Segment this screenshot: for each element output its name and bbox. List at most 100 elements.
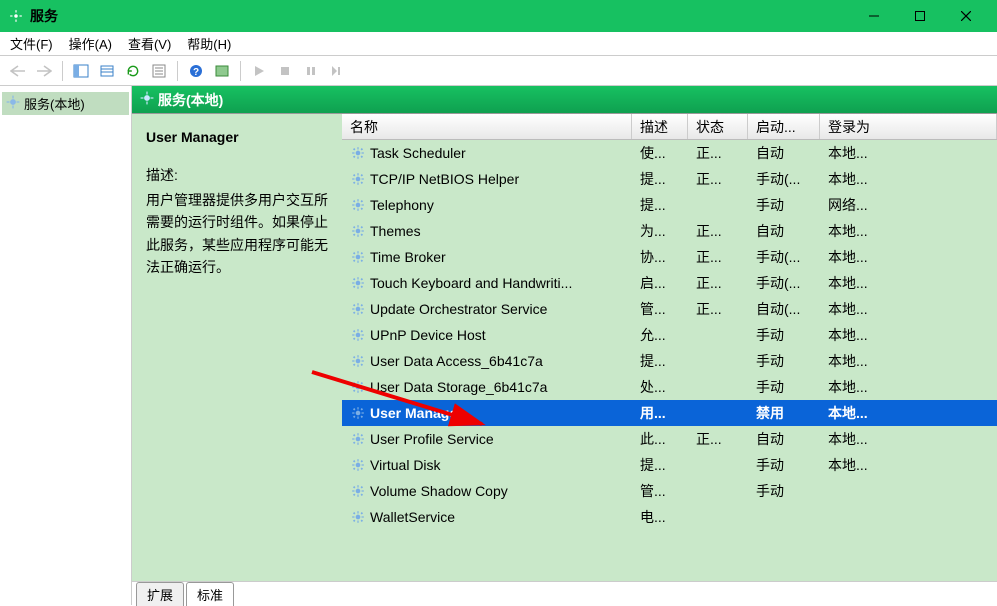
column-login[interactable]: 登录为 <box>820 114 997 139</box>
service-name: Volume Shadow Copy <box>370 483 508 499</box>
service-status <box>688 385 748 389</box>
service-desc: 管... <box>632 297 688 321</box>
table-header: 名称 描述 状态 启动... 登录为 <box>342 114 997 140</box>
gear-icon <box>350 223 366 239</box>
properties-button[interactable] <box>147 59 171 83</box>
service-name: Task Scheduler <box>370 145 466 161</box>
table-row[interactable]: Time Broker协...正...手动(...本地... <box>342 244 997 270</box>
service-desc: 提... <box>632 167 688 191</box>
table-row[interactable]: Volume Shadow Copy管...手动 <box>342 478 997 504</box>
service-startup: 手动 <box>748 453 820 477</box>
service-login: 本地... <box>820 401 997 425</box>
service-login: 本地... <box>820 141 997 165</box>
column-name[interactable]: 名称 <box>342 114 632 139</box>
table-row[interactable]: Virtual Disk提...手动本地... <box>342 452 997 478</box>
service-login <box>820 489 997 493</box>
maximize-button[interactable] <box>897 0 943 32</box>
service-status: 正... <box>688 271 748 295</box>
service-login: 本地... <box>820 297 997 321</box>
pause-service-button[interactable] <box>299 59 323 83</box>
service-login: 本地... <box>820 271 997 295</box>
service-startup: 手动(... <box>748 271 820 295</box>
view-tabs: 扩展 标准 <box>132 581 997 605</box>
service-name: WalletService <box>370 509 455 525</box>
forward-button[interactable] <box>32 59 56 83</box>
service-desc: 为... <box>632 219 688 243</box>
table-row[interactable]: WalletService 电... <box>342 504 997 530</box>
service-startup: 自动(... <box>748 297 820 321</box>
menu-view[interactable]: 查看(V) <box>120 32 179 55</box>
column-status[interactable]: 状态 <box>688 114 748 139</box>
tree-item-services-local[interactable]: 服务(本地) <box>2 92 129 115</box>
table-row[interactable]: UPnP Device Host允...手动本地... <box>342 322 997 348</box>
title-bar: 服务 <box>0 0 997 32</box>
table-body: Task Scheduler使...正...自动本地...TCP/IP NetB… <box>342 140 997 581</box>
service-status <box>688 411 748 415</box>
table-row[interactable]: Task Scheduler使...正...自动本地... <box>342 140 997 166</box>
tab-extended[interactable]: 扩展 <box>136 582 184 606</box>
minimize-button[interactable] <box>851 0 897 32</box>
column-description[interactable]: 描述 <box>632 114 688 139</box>
gear-icon <box>350 275 366 291</box>
action-button[interactable] <box>210 59 234 83</box>
toolbar-separator <box>240 61 241 81</box>
services-table: 名称 描述 状态 启动... 登录为 Task Scheduler 使... 正..… <box>342 114 997 581</box>
close-button[interactable] <box>943 0 989 32</box>
gear-icon <box>350 379 366 395</box>
description-text: 用户管理器提供多用户交互所需要的运行时组件。如果停止此服务，某些应用程序可能无法… <box>146 189 330 279</box>
gear-icon <box>350 509 366 525</box>
help-button[interactable]: ? <box>184 59 208 83</box>
service-login: 本地... <box>820 427 997 451</box>
refresh-button[interactable] <box>121 59 145 83</box>
service-desc: 处... <box>632 375 688 399</box>
table-row[interactable]: Telephony提...手动网络... <box>342 192 997 218</box>
service-startup <box>748 515 820 519</box>
service-startup: 手动 <box>748 193 820 217</box>
service-desc: 提... <box>632 349 688 373</box>
menu-help[interactable]: 帮助(H) <box>179 32 239 55</box>
table-row[interactable]: User Data Storage_6b41c7a处...手动本地... <box>342 374 997 400</box>
export-list-button[interactable] <box>95 59 119 83</box>
menu-file[interactable]: 文件(F) <box>2 32 61 55</box>
service-desc: 启... <box>632 271 688 295</box>
service-status: 正... <box>688 245 748 269</box>
service-name: Time Broker <box>370 249 446 265</box>
service-name: TCP/IP NetBIOS Helper <box>370 171 519 187</box>
table-row[interactable]: Themes为...正...自动本地... <box>342 218 997 244</box>
show-hide-tree-button[interactable] <box>69 59 93 83</box>
table-row[interactable]: User Data Access_6b41c7a提...手动本地... <box>342 348 997 374</box>
service-desc: 电... <box>632 505 688 529</box>
detail-panel: User Manager 描述: 用户管理器提供多用户交互所需要的运行时组件。如… <box>132 114 342 581</box>
service-desc: 协... <box>632 245 688 269</box>
service-login: 本地... <box>820 349 997 373</box>
gear-icon <box>350 301 366 317</box>
description-label: 描述: <box>146 164 330 186</box>
table-row[interactable]: Update Orchestrator Service管...正...自动(..… <box>342 296 997 322</box>
stop-service-button[interactable] <box>273 59 297 83</box>
service-login: 本地... <box>820 323 997 347</box>
service-startup: 禁用 <box>748 401 820 425</box>
table-row[interactable]: TCP/IP NetBIOS Helper提...正...手动(...本地... <box>342 166 997 192</box>
column-startup[interactable]: 启动... <box>748 114 820 139</box>
window-title: 服务 <box>30 6 851 26</box>
table-row[interactable]: User Profile Service此...正...自动本地... <box>342 426 997 452</box>
back-button[interactable] <box>6 59 30 83</box>
service-login: 本地... <box>820 219 997 243</box>
navigation-tree: 服务(本地) <box>0 86 132 605</box>
gear-icon <box>140 91 154 108</box>
gear-icon <box>350 171 366 187</box>
tab-standard[interactable]: 标准 <box>186 582 234 606</box>
service-login: 本地... <box>820 453 997 477</box>
table-row[interactable]: User Manager用...禁用本地... <box>342 400 997 426</box>
menu-action[interactable]: 操作(A) <box>61 32 120 55</box>
start-service-button[interactable] <box>247 59 271 83</box>
table-row[interactable]: Touch Keyboard and Handwriti...启...正...手… <box>342 270 997 296</box>
gear-icon <box>350 249 366 265</box>
service-status <box>688 203 748 207</box>
service-desc: 此... <box>632 427 688 451</box>
gear-icon <box>350 405 366 421</box>
service-desc: 使... <box>632 141 688 165</box>
restart-service-button[interactable] <box>325 59 349 83</box>
service-status: 正... <box>688 219 748 243</box>
service-status: 正... <box>688 427 748 451</box>
